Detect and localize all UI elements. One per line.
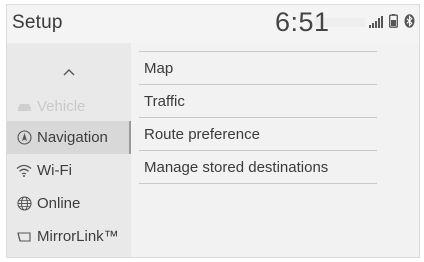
list-item-route-preference[interactable]: Route preference bbox=[139, 118, 377, 151]
bluetooth-icon bbox=[404, 14, 415, 33]
clock: 6:51 bbox=[275, 7, 330, 37]
sidebar-item-label: MirrorLink™ bbox=[37, 228, 119, 245]
wifi-icon bbox=[15, 162, 33, 180]
navigation-settings-list: Map Traffic Route preference Manage stor… bbox=[139, 51, 377, 184]
sidebar-item-navigation[interactable]: Navigation bbox=[7, 121, 131, 154]
scroll-up-button[interactable] bbox=[7, 57, 131, 87]
list-item-manage-stored-destinations[interactable]: Manage stored destinations bbox=[139, 151, 377, 184]
list-item-map[interactable]: Map bbox=[139, 51, 377, 85]
sidebar-item-label: Online bbox=[37, 195, 81, 212]
globe-icon bbox=[15, 195, 33, 213]
list-item-traffic[interactable]: Traffic bbox=[139, 85, 377, 118]
setup-screen: Setup 6:51 Vehicle Navigation Wi-Fi Onli… bbox=[6, 4, 420, 258]
header-bar: Setup 6:51 bbox=[7, 5, 419, 43]
status-icons bbox=[369, 14, 415, 33]
car-icon bbox=[15, 98, 33, 116]
sidebar-item-label: Vehicle bbox=[37, 98, 86, 115]
mirrorlink-icon bbox=[15, 228, 33, 246]
signal-bars-icon bbox=[369, 15, 383, 33]
sidebar-item-wifi[interactable]: Wi-Fi bbox=[7, 154, 131, 187]
navigation-icon bbox=[15, 129, 33, 147]
sidebar-item-mirrorlink[interactable]: MirrorLink™ bbox=[7, 220, 131, 253]
chevron-up-icon bbox=[63, 63, 75, 81]
sidebar-item-online[interactable]: Online bbox=[7, 187, 131, 220]
page-title: Setup bbox=[12, 12, 63, 33]
sidebar-item-vehicle: Vehicle bbox=[7, 90, 131, 123]
sidebar-item-label: Wi-Fi bbox=[37, 162, 72, 179]
sidebar: Vehicle Navigation Wi-Fi Online MirrorLi… bbox=[7, 43, 131, 257]
sidebar-item-label: Navigation bbox=[37, 129, 108, 146]
phone-battery-icon bbox=[389, 14, 398, 33]
